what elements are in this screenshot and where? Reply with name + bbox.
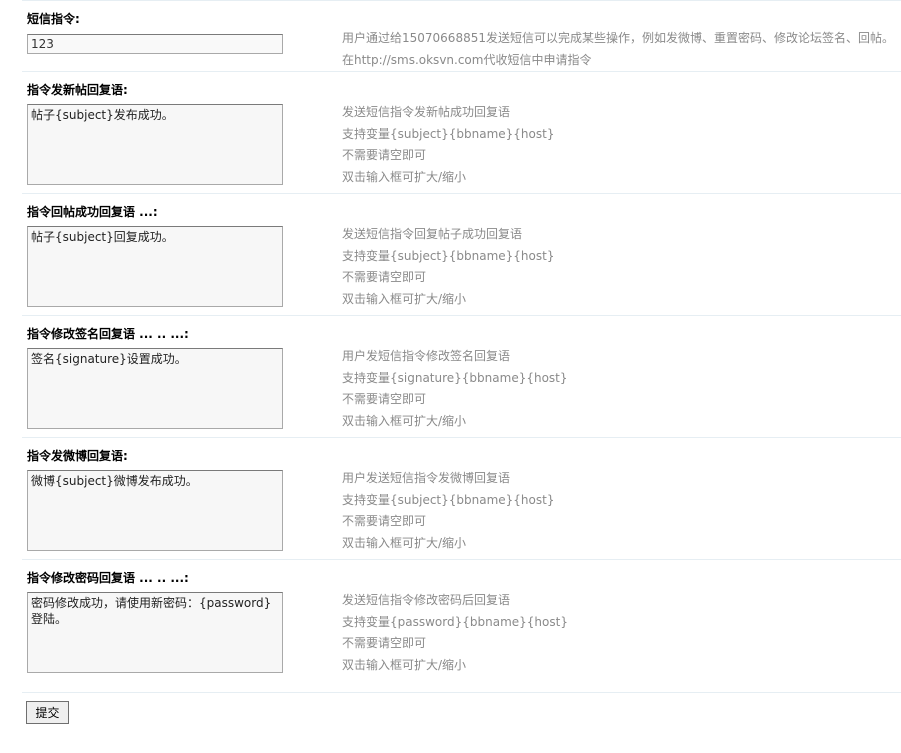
settings-form: 短信指令: 用户通过给15070668851发送短信可以完成某些操作，例如发微博… [22, 0, 901, 681]
new-thread-reply-textarea[interactable]: 帖子{subject}发布成功。 [27, 104, 283, 185]
sms-command-input[interactable] [27, 34, 283, 54]
password-reply-textarea[interactable]: 密码修改成功，请使用新密码：{password}登陆。 [27, 592, 283, 673]
new-thread-reply-input-row: 帖子{subject}发布成功。 发送短信指令发新帖成功回复语 支持变量{sub… [22, 99, 901, 194]
weibo-reply-label-row: 指令发微博回复语: [22, 437, 901, 465]
tip-line: 不需要请空即可 [342, 392, 427, 406]
password-reply-label: 指令修改密码回复语 ... .. ...: [22, 559, 901, 587]
weibo-reply-input-row: 微博{subject}微博发布成功。 用户发送短信指令发微博回复语 支持变量{s… [22, 465, 901, 560]
submit-button[interactable]: 提交 [26, 701, 69, 724]
weibo-reply-label: 指令发微博回复语: [22, 437, 901, 465]
tip-line: 支持变量{signature}{bbname}{host} [342, 370, 568, 385]
reply-success-input-row: 帖子{subject}回复成功。 发送短信指令回复帖子成功回复语 支持变量{su… [22, 221, 901, 316]
tip-line: 用户通过给15070668851发送短信可以完成某些操作，例如发微博、重置密码、… [342, 31, 894, 45]
tip-line: 双击输入框可扩大/缩小 [342, 291, 467, 306]
new-thread-reply-label-row: 指令发新帖回复语: [22, 71, 901, 99]
tip-line: 支持变量{subject}{bbname}{host} [342, 126, 555, 141]
tip-line: 在http://sms.oksvn.com代收短信中申请指令 [342, 52, 592, 67]
tip-line: 不需要请空即可 [342, 514, 427, 528]
tip-line: 支持变量{subject}{bbname}{host} [342, 248, 555, 263]
sms-command-label-row: 短信指令: [22, 0, 901, 28]
tip-line: 双击输入框可扩大/缩小 [342, 413, 467, 428]
submit-wrap: 提交 [26, 701, 69, 724]
new-thread-reply-label: 指令发新帖回复语: [22, 71, 901, 99]
reply-success-label: 指令回帖成功回复语 ...: [22, 193, 901, 221]
tip-line: 用户发短信指令修改签名回复语 [342, 349, 511, 363]
tip-line: 支持变量{subject}{bbname}{host} [342, 492, 555, 507]
tip-line: 发送短信指令发新帖成功回复语 [342, 105, 511, 119]
reply-success-tip: 发送短信指令回复帖子成功回复语 支持变量{subject}{bbname}{ho… [342, 221, 901, 316]
password-reply-input-row: 密码修改成功，请使用新密码：{password}登陆。 发送短信指令修改密码后回… [22, 587, 901, 681]
tip-line: 支持变量{password}{bbname}{host} [342, 614, 568, 629]
signature-reply-tip: 用户发短信指令修改签名回复语 支持变量{signature}{bbname}{h… [342, 343, 901, 438]
password-reply-tip: 发送短信指令修改密码后回复语 支持变量{password}{bbname}{ho… [342, 587, 901, 681]
tip-line: 不需要请空即可 [342, 270, 427, 284]
tip-line: 不需要请空即可 [342, 636, 427, 650]
tip-line: 发送短信指令修改密码后回复语 [342, 593, 511, 607]
signature-reply-label: 指令修改签名回复语 ... .. ...: [22, 315, 901, 343]
sms-command-input-row: 用户通过给15070668851发送短信可以完成某些操作，例如发微博、重置密码、… [22, 28, 901, 72]
signature-reply-input-row: 签名{signature}设置成功。 用户发短信指令修改签名回复语 支持变量{s… [22, 343, 901, 438]
tip-line: 不需要请空即可 [342, 148, 427, 162]
tip-line: 用户发送短信指令发微博回复语 [342, 471, 511, 485]
tip-line: 双击输入框可扩大/缩小 [342, 169, 467, 184]
password-reply-label-row: 指令修改密码回复语 ... .. ...: [22, 559, 901, 587]
tip-line: 发送短信指令回复帖子成功回复语 [342, 227, 523, 241]
signature-reply-textarea[interactable]: 签名{signature}设置成功。 [27, 348, 283, 429]
sms-command-tip: 用户通过给15070668851发送短信可以完成某些操作，例如发微博、重置密码、… [342, 28, 901, 72]
divider [22, 692, 901, 693]
weibo-reply-tip: 用户发送短信指令发微博回复语 支持变量{subject}{bbname}{hos… [342, 465, 901, 560]
tip-line: 双击输入框可扩大/缩小 [342, 535, 467, 550]
reply-success-textarea[interactable]: 帖子{subject}回复成功。 [27, 226, 283, 307]
weibo-reply-textarea[interactable]: 微博{subject}微博发布成功。 [27, 470, 283, 551]
sms-command-label: 短信指令: [22, 0, 901, 28]
reply-success-label-row: 指令回帖成功回复语 ...: [22, 193, 901, 221]
tip-line: 双击输入框可扩大/缩小 [342, 657, 467, 672]
new-thread-reply-tip: 发送短信指令发新帖成功回复语 支持变量{subject}{bbname}{hos… [342, 99, 901, 194]
signature-reply-label-row: 指令修改签名回复语 ... .. ...: [22, 315, 901, 343]
